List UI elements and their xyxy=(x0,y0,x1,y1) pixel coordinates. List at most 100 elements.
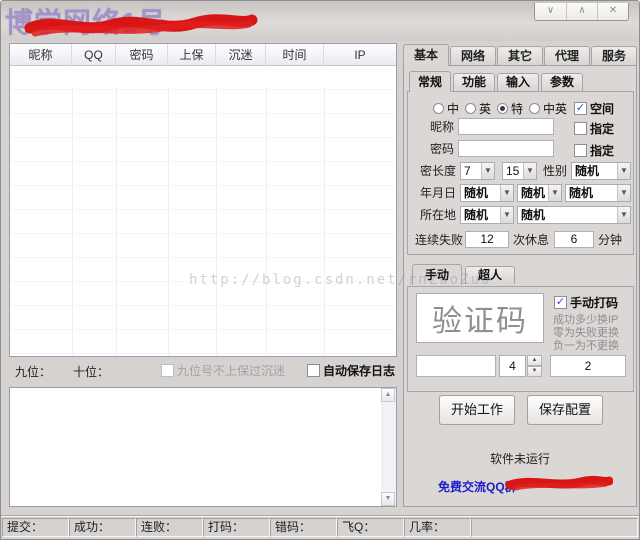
radio-special[interactable]: 特 xyxy=(497,100,523,117)
nine-digit-checkbox-label: 九位号不上保过沉迷 xyxy=(177,362,285,379)
checkbox-box-icon xyxy=(161,364,174,377)
nine-digit-checkbox[interactable]: 九位号不上保过沉迷 xyxy=(161,362,285,379)
column-header-addiction[interactable]: 沉迷 xyxy=(216,44,266,65)
password-assign-checkbox[interactable]: 指定 xyxy=(574,142,614,159)
account-table-body[interactable] xyxy=(10,66,396,356)
spin-up-icon[interactable]: ▲ xyxy=(527,355,542,366)
autosave-log-checkbox[interactable]: 自动保存日志 xyxy=(307,362,395,379)
status-bar: 提交： 成功： 连败： 打码： 错码： 飞Q： 几率： xyxy=(1,515,639,537)
dropdown-arrow-icon[interactable]: ▼ xyxy=(548,185,561,201)
start-work-button[interactable]: 开始工作 xyxy=(439,395,515,425)
checkbox-box-icon xyxy=(574,144,587,157)
title-bar[interactable]: 博学网络1号 ∨ ∧ ✕ xyxy=(1,1,639,41)
checkbox-box-icon xyxy=(307,364,320,377)
dropdown-arrow-icon[interactable]: ▼ xyxy=(523,163,536,179)
birth-month-value: 随机 xyxy=(518,185,548,201)
status-rate: 几率： xyxy=(404,518,471,537)
password-input[interactable] xyxy=(458,140,554,157)
log-panel[interactable]: ▲ ▼ xyxy=(9,387,397,507)
tab-service[interactable]: 服务 xyxy=(591,46,637,65)
window-controls: ∨ ∧ ✕ xyxy=(534,3,629,21)
dropdown-arrow-icon[interactable]: ▼ xyxy=(481,163,494,179)
birth-day-value: 随机 xyxy=(566,185,617,201)
log-scrollbar[interactable]: ▲ ▼ xyxy=(381,388,396,506)
general-tab-page: 中 英 特 中英 ✓ 空间 xyxy=(407,91,634,255)
location-city-select[interactable]: 随机 ▼ xyxy=(517,206,631,224)
dropdown-arrow-icon[interactable]: ▼ xyxy=(617,185,630,201)
window-title: 博学网络1号 xyxy=(5,1,167,41)
column-header-qq[interactable]: QQ xyxy=(72,44,116,65)
column-header-time[interactable]: 时间 xyxy=(266,44,324,65)
tab-manual[interactable]: 手动 xyxy=(412,264,462,285)
dropdown-arrow-icon[interactable]: ▼ xyxy=(500,185,513,201)
column-header-ip[interactable]: IP xyxy=(324,44,396,65)
birth-year-select[interactable]: 随机 ▼ xyxy=(460,184,514,202)
radio-mixed[interactable]: 中英 xyxy=(529,100,567,117)
captcha-answer-input[interactable] xyxy=(416,355,496,377)
birth-month-select[interactable]: 随机 ▼ xyxy=(517,184,562,202)
gender-value: 随机 xyxy=(572,163,617,179)
status-fail-streak: 连败： xyxy=(136,518,203,537)
qq-group-link[interactable]: 免费交流QQ群 xyxy=(438,478,517,495)
radio-icon xyxy=(433,103,444,114)
scroll-down-icon[interactable]: ▼ xyxy=(381,492,395,506)
basic-tab-page: 常规 功能 输入 参数 中 英 特 xyxy=(403,65,637,507)
nickname-assign-checkbox[interactable]: 指定 xyxy=(574,120,614,137)
fail-count-input[interactable]: 12 xyxy=(465,231,509,248)
dropdown-arrow-icon[interactable]: ▼ xyxy=(617,163,630,179)
column-header-password[interactable]: 密码 xyxy=(116,44,168,65)
tab-params[interactable]: 参数 xyxy=(541,73,583,91)
minutes-label: 分钟 xyxy=(598,231,622,249)
radio-special-label: 特 xyxy=(511,100,523,117)
minimize-button[interactable]: ∧ xyxy=(566,3,597,20)
manual-decode-checkbox[interactable]: ✓ 手动打码 xyxy=(554,294,618,311)
spin-down-icon[interactable]: ▼ xyxy=(527,366,542,377)
account-table[interactable]: 昵称 QQ 密码 上保 沉迷 时间 IP xyxy=(9,43,397,357)
scroll-up-icon[interactable]: ▲ xyxy=(381,388,395,402)
birth-day-select[interactable]: 随机 ▼ xyxy=(565,184,631,202)
password-length-label: 密长度 xyxy=(420,162,456,180)
status-fly-q: 飞Q： xyxy=(337,518,404,537)
tab-general[interactable]: 常规 xyxy=(409,71,451,92)
column-divider xyxy=(116,88,117,356)
dropdown-arrow-icon[interactable]: ▼ xyxy=(617,207,630,223)
tab-basic[interactable]: 基本 xyxy=(403,44,449,66)
app-window: 博学网络1号 ∨ ∧ ✕ 昵称 QQ 密码 上保 沉迷 时间 IP xyxy=(0,0,640,540)
tab-input[interactable]: 输入 xyxy=(497,73,539,91)
qzone-checkbox[interactable]: ✓ 空间 xyxy=(574,100,614,117)
tab-proxy[interactable]: 代理 xyxy=(544,46,590,65)
nickname-input[interactable] xyxy=(458,118,554,135)
tab-super[interactable]: 超人 xyxy=(465,266,515,284)
main-tab-bar: 基本 网络 其它 代理 服务 xyxy=(403,44,637,65)
captcha-image[interactable]: 验证码 xyxy=(416,293,544,343)
thread-count-input[interactable]: 4 xyxy=(499,355,526,377)
nine-digit-label: 九位： xyxy=(15,363,51,380)
location-province-select[interactable]: 随机 ▼ xyxy=(460,206,514,224)
status-wrong-code: 错码： xyxy=(270,518,337,537)
autosave-log-checkbox-label: 自动保存日志 xyxy=(323,362,395,379)
column-header-protect[interactable]: 上保 xyxy=(168,44,216,65)
radio-chinese[interactable]: 中 xyxy=(433,100,459,117)
save-config-button[interactable]: 保存配置 xyxy=(527,395,603,425)
skin-menu-button[interactable]: ∨ xyxy=(535,3,566,20)
password-min-select[interactable]: 7 ▼ xyxy=(460,162,495,180)
manual-tab-page: 验证码 ✓ 手动打码 成功多少换IP 零为失败更换 负一为不更换 4 ▲ ▼ 2 xyxy=(407,286,634,392)
radio-english[interactable]: 英 xyxy=(465,100,491,117)
ip-switch-input[interactable]: 2 xyxy=(550,355,626,377)
column-divider xyxy=(266,88,267,356)
sub-tab-bar: 常规 功能 输入 参数 xyxy=(409,71,583,92)
run-status-text: 软件未运行 xyxy=(404,450,636,467)
birthday-label: 年月日 xyxy=(420,184,456,202)
radio-icon xyxy=(465,103,476,114)
dropdown-arrow-icon[interactable]: ▼ xyxy=(500,207,513,223)
tab-network[interactable]: 网络 xyxy=(450,46,496,65)
close-button[interactable]: ✕ xyxy=(597,3,628,20)
tab-function[interactable]: 功能 xyxy=(453,73,495,91)
radio-icon xyxy=(497,103,508,114)
gender-select[interactable]: 随机 ▼ xyxy=(571,162,631,180)
radio-mixed-label: 中英 xyxy=(543,100,567,117)
password-max-select[interactable]: 15 ▼ xyxy=(502,162,537,180)
rest-minutes-input[interactable]: 6 xyxy=(554,231,594,248)
column-header-nickname[interactable]: 昵称 xyxy=(10,44,72,65)
tab-other[interactable]: 其它 xyxy=(497,46,543,65)
